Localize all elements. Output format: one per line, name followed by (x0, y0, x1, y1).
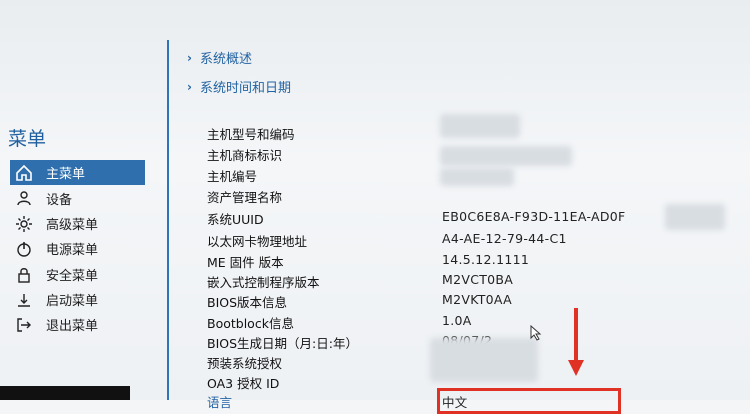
info-label: 主机编号 (207, 169, 258, 184)
sidebar-item-boot[interactable]: 启动菜单 (10, 287, 145, 312)
link-system-overview[interactable]: › 系统概述 (187, 48, 252, 68)
info-label: 系统UUID (207, 212, 264, 227)
chevron-right-icon: › (187, 50, 192, 65)
info-label: 主机型号和编码 (207, 127, 295, 142)
info-value: EB0C6E8A-F93D-11EA-AD0F (442, 209, 626, 224)
sidebar-item-label: 电源菜单 (46, 243, 99, 258)
chevron-right-icon: › (187, 79, 192, 94)
sidebar-item-label: 退出菜单 (46, 319, 99, 334)
info-label: Bootblock信息 (207, 316, 294, 331)
power-icon (10, 240, 38, 258)
info-row-mac: 以太网卡物理地址 A4-AE-12-79-44-C1 (207, 231, 737, 251)
sidebar-item-main-menu[interactable]: 主菜单 (10, 160, 145, 185)
boot-icon (10, 291, 38, 309)
info-row-bios-version: BIOS版本信息 M2VKT0AA (207, 292, 737, 312)
sidebar-item-label: 设备 (46, 193, 73, 208)
info-label: 资产管理名称 (207, 190, 283, 205)
link-label: 系统时间和日期 (199, 81, 291, 96)
redacted-region (665, 204, 725, 230)
info-label: ME 固件 版本 (207, 255, 284, 270)
sidebar-item-label: 主菜单 (46, 167, 86, 182)
info-label: 语言 (207, 395, 233, 410)
info-value: 14.5.12.1111 (442, 252, 530, 267)
info-row-ec-version: 嵌入式控制程序版本 M2VCT0BA (207, 272, 737, 292)
sidebar-item-label: 启动菜单 (46, 294, 99, 309)
bios-screen: 菜单 主菜单 设备 高级菜单 电源菜单 安全菜单 启动菜单 退出菜单 › 系统概… (0, 0, 750, 414)
link-label: 系统概述 (199, 52, 252, 67)
info-label: 以太网卡物理地址 (207, 234, 308, 249)
info-label: BIOS生成日期（月:日:年） (207, 336, 358, 351)
info-label: 嵌入式控制程序版本 (207, 275, 320, 290)
sidebar-item-label: 安全菜单 (46, 269, 99, 284)
annotation-arrow (574, 308, 578, 366)
redacted-region (440, 114, 520, 138)
sidebar-item-exit[interactable]: 退出菜单 (10, 312, 145, 337)
info-row-asset: 资产管理名称 (207, 187, 737, 207)
vertical-divider (167, 40, 169, 400)
info-value: M2VKT0AA (442, 292, 512, 307)
info-row-bootblock: Bootblock信息 1.0A (207, 313, 737, 333)
sidebar-item-devices[interactable]: 设备 (10, 186, 145, 211)
devices-icon (10, 190, 38, 208)
info-label: OA3 授权 ID (207, 376, 280, 391)
gear-icon (10, 215, 38, 233)
info-label: 主机商标标识 (207, 148, 283, 163)
sidebar-item-power[interactable]: 电源菜单 (10, 236, 145, 261)
redacted-region (440, 146, 572, 166)
menu-title: 菜单 (8, 128, 47, 150)
redacted-region (440, 168, 514, 186)
sidebar: 菜单 主菜单 设备 高级菜单 电源菜单 安全菜单 启动菜单 退出菜单 (0, 0, 165, 400)
info-value: A4-AE-12-79-44-C1 (442, 231, 567, 246)
mouse-cursor-icon (530, 324, 542, 345)
annotation-arrowhead (568, 360, 584, 376)
sidebar-item-security[interactable]: 安全菜单 (10, 262, 145, 287)
exit-icon (10, 316, 38, 334)
link-system-date-time[interactable]: › 系统时间和日期 (187, 77, 291, 97)
redacted-region (430, 338, 538, 382)
sidebar-item-advanced[interactable]: 高级菜单 (10, 211, 145, 236)
info-row-uuid: 系统UUID EB0C6E8A-F93D-11EA-AD0F (207, 209, 737, 229)
home-icon (10, 164, 38, 182)
info-label: BIOS版本信息 (207, 295, 288, 310)
info-label: 预装系统授权 (207, 356, 283, 371)
info-row-me-firmware: ME 固件 版本 14.5.12.1111 (207, 252, 737, 272)
annotation-highlight-box (437, 388, 621, 414)
sidebar-item-label: 高级菜单 (46, 218, 99, 233)
screen-bezel (0, 386, 130, 400)
info-value: 1.0A (442, 313, 472, 328)
info-value: M2VCT0BA (442, 272, 514, 287)
lock-icon (10, 266, 38, 284)
